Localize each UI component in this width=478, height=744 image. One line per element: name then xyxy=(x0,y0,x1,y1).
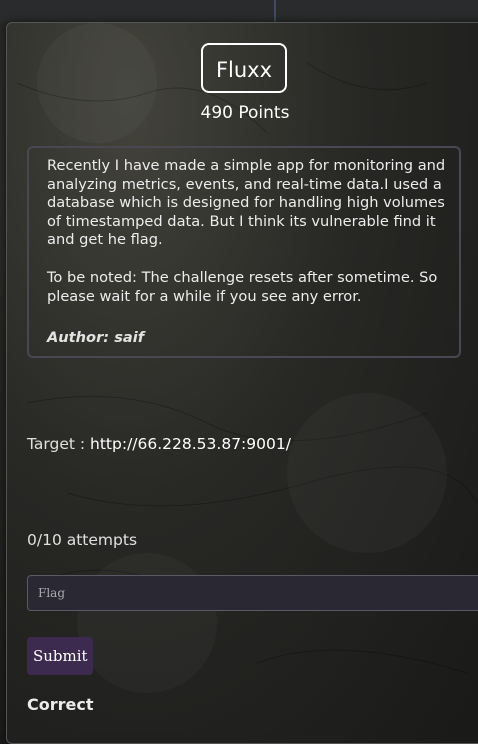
attempts-counter: 0/10 attempts xyxy=(27,531,138,549)
description-note: To be noted: The challenge resets after … xyxy=(47,268,438,305)
background-toolbar xyxy=(0,0,478,22)
challenge-author: Author: saif xyxy=(47,329,145,347)
challenge-title: Fluxx xyxy=(201,43,287,93)
description-paragraph: Recently I have made a simple app for mo… xyxy=(47,157,446,249)
result-message: Correct xyxy=(27,695,94,714)
grunge-texture xyxy=(16,62,478,674)
submit-button[interactable]: Submit xyxy=(27,637,93,675)
challenge-modal: Fluxx 490 Points Recently I have made a … xyxy=(6,22,478,744)
target-label: Target : xyxy=(27,435,91,453)
flag-input[interactable] xyxy=(27,575,478,611)
challenge-points: 490 Points xyxy=(200,103,290,123)
target-line: Target : http://66.228.53.87:9001/ xyxy=(27,435,291,453)
target-url[interactable]: http://66.228.53.87:9001/ xyxy=(90,435,291,453)
background-divider xyxy=(274,0,276,22)
challenge-description: Recently I have made a simple app for mo… xyxy=(27,146,461,358)
